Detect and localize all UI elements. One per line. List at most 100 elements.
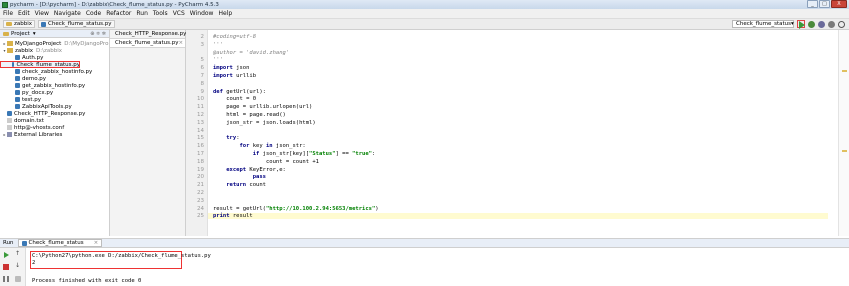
rerun-icon[interactable] (3, 252, 9, 258)
run-panel-header: Run Check_flume_status × (0, 238, 849, 248)
line-number: 6 (200, 65, 205, 72)
console-command: C:\Python27\python.exe D:/zabbix/Check_f… (32, 253, 211, 259)
python-file-icon (15, 76, 20, 81)
tree-item-label: Auth.py (22, 54, 44, 61)
project-header[interactable]: Project ▾ ⊕ ≑ ✲ (0, 30, 109, 38)
run-button[interactable] (797, 20, 805, 29)
tree-item-label: get_zabbix_hostinfo.py (22, 82, 86, 89)
menu-tools[interactable]: Tools (153, 10, 168, 17)
run-console[interactable]: C:\Python27\python.exe D:/zabbix/Check_f… (0, 248, 849, 286)
code-editor[interactable]: #coding=utf-8 ''' @author = 'david.zhang' '… (208, 30, 838, 236)
pause-icon[interactable] (3, 276, 9, 282)
menu-window[interactable]: Window (190, 10, 214, 17)
maximize-button[interactable]: □ (819, 0, 830, 8)
line-number: 15 (197, 135, 204, 142)
arrow-up-icon[interactable] (15, 250, 21, 258)
minimize-button[interactable]: _ (807, 0, 818, 8)
line-number: 24 (197, 205, 204, 212)
tree-item[interactable]: check_zabbix_hostinfo.py (0, 68, 109, 75)
profile-icon[interactable] (828, 20, 835, 28)
code-line: print result (208, 213, 828, 220)
arrow-down-icon[interactable] (15, 262, 21, 270)
folder-icon (6, 22, 12, 26)
line-number: 22 (197, 190, 204, 196)
code-line: json_str = json.loads(html) (213, 119, 316, 126)
run-config-select[interactable]: Check_flume_status ▾ (732, 20, 794, 28)
scroll-marker[interactable] (842, 70, 847, 72)
run-tab[interactable]: Check_flume_status × (17, 239, 103, 247)
stop-icon[interactable] (3, 264, 9, 270)
python-file-icon (15, 104, 20, 109)
project-view-icon (3, 31, 9, 36)
menu-view[interactable]: View (35, 10, 49, 17)
debug-icon[interactable] (808, 20, 815, 28)
menu-file[interactable]: File (3, 10, 13, 17)
tree-item[interactable]: domain.txt (0, 117, 109, 124)
menu-help[interactable]: Help (218, 10, 232, 17)
menu-refactor[interactable]: Refactor (106, 10, 131, 17)
code-line: if json_str[key]["Status"] == "true": (252, 151, 376, 157)
code-line: count = 0 (213, 96, 257, 103)
library-icon (7, 132, 12, 137)
menu-edit[interactable]: Edit (18, 10, 30, 17)
menu-run[interactable]: Run (136, 10, 148, 17)
tree-item[interactable]: http@-vhosts.conf (0, 124, 109, 131)
scroll-marker[interactable] (842, 150, 847, 152)
tree-item[interactable]: ▾ zabbix D:\zabbix (0, 47, 109, 54)
chevron-down-icon: ▾ (791, 21, 794, 27)
coverage-icon[interactable] (818, 20, 825, 28)
search-icon[interactable] (838, 20, 845, 28)
menu-vcs[interactable]: VCS (173, 10, 185, 17)
tree-item-label: ZabbixApiTools.py (22, 103, 72, 110)
tree-item[interactable]: Check_HTTP_Response.py (0, 110, 109, 117)
line-number: 13 (197, 119, 204, 126)
tree-item[interactable]: test.py (0, 96, 109, 103)
toolbar-right: Check_flume_status ▾ (732, 20, 845, 29)
close-icon[interactable]: × (94, 240, 99, 246)
python-file-icon (21, 240, 27, 246)
project-tool-icons[interactable]: ⊕ ≑ ✲ (90, 31, 106, 37)
tree-item[interactable]: demo.py (0, 75, 109, 82)
python-file-icon (15, 97, 20, 102)
menu-code[interactable]: Code (86, 10, 101, 17)
tree-item[interactable]: Check_flume_status.py (0, 61, 80, 68)
editor-scrollbar[interactable] (838, 30, 849, 236)
code-line: import json (213, 65, 250, 72)
code-line: #coding=utf-8 (213, 34, 257, 40)
code-line: for key in json_str: (239, 143, 306, 150)
tree-item-label: Check_HTTP_Response.py (14, 110, 86, 117)
tree-item-label: External Libraries (14, 131, 63, 138)
tree-item-label: py_docx.py (22, 89, 54, 96)
chevron-down-icon[interactable]: ▾ (33, 31, 36, 37)
python-file-icon (41, 21, 47, 27)
wrap-icon[interactable] (15, 276, 21, 282)
tree-item[interactable]: get_zabbix_hostinfo.py (0, 82, 109, 89)
run-panel-label: Run (3, 240, 14, 246)
breadcrumb-folder[interactable]: zabbix (3, 20, 36, 28)
tree-item[interactable]: ▸ External Libraries (0, 131, 109, 138)
menu-bar: File Edit View Navigate Code Refactor Ru… (0, 9, 849, 19)
close-button[interactable]: X (831, 0, 847, 8)
tree-item[interactable]: ▸ MyDjangoProject D:\MyDjangoPro (0, 40, 109, 47)
tab-check-http-response[interactable]: Check_HTTP_Response.py × (110, 30, 191, 39)
code-line: import urllib (213, 73, 257, 79)
pycharm-logo-icon (2, 1, 8, 8)
close-icon[interactable]: × (179, 40, 184, 46)
code-line: return count (226, 182, 266, 189)
project-tree: ▸ MyDjangoProject D:\MyDjangoPro ▾ zabbix D:\… (0, 38, 109, 138)
menu-navigate[interactable]: Navigate (54, 10, 81, 17)
line-number: 12 (197, 112, 204, 118)
tree-item[interactable]: py_docx.py (0, 89, 109, 96)
window-controls: _ □ X (807, 0, 847, 8)
tab-label: Check_flume_status.py (115, 40, 179, 46)
line-number: 23 (197, 197, 204, 204)
console-output: 2 (32, 260, 36, 266)
title-bar: pycharm - [D:\pycharm] - D:\zabbix\Check… (0, 0, 849, 9)
python-file-icon (15, 83, 20, 88)
tree-item[interactable]: Auth.py (0, 54, 109, 61)
breadcrumb-file[interactable]: Check_flume_status.py (38, 20, 115, 28)
folder-icon (7, 48, 13, 53)
tab-check-flume-status[interactable]: Check_flume_status.py × (110, 39, 185, 48)
console-exit-message: Process finished with exit code 0 (32, 278, 142, 284)
tree-item[interactable]: ZabbixApiTools.py (0, 103, 109, 110)
